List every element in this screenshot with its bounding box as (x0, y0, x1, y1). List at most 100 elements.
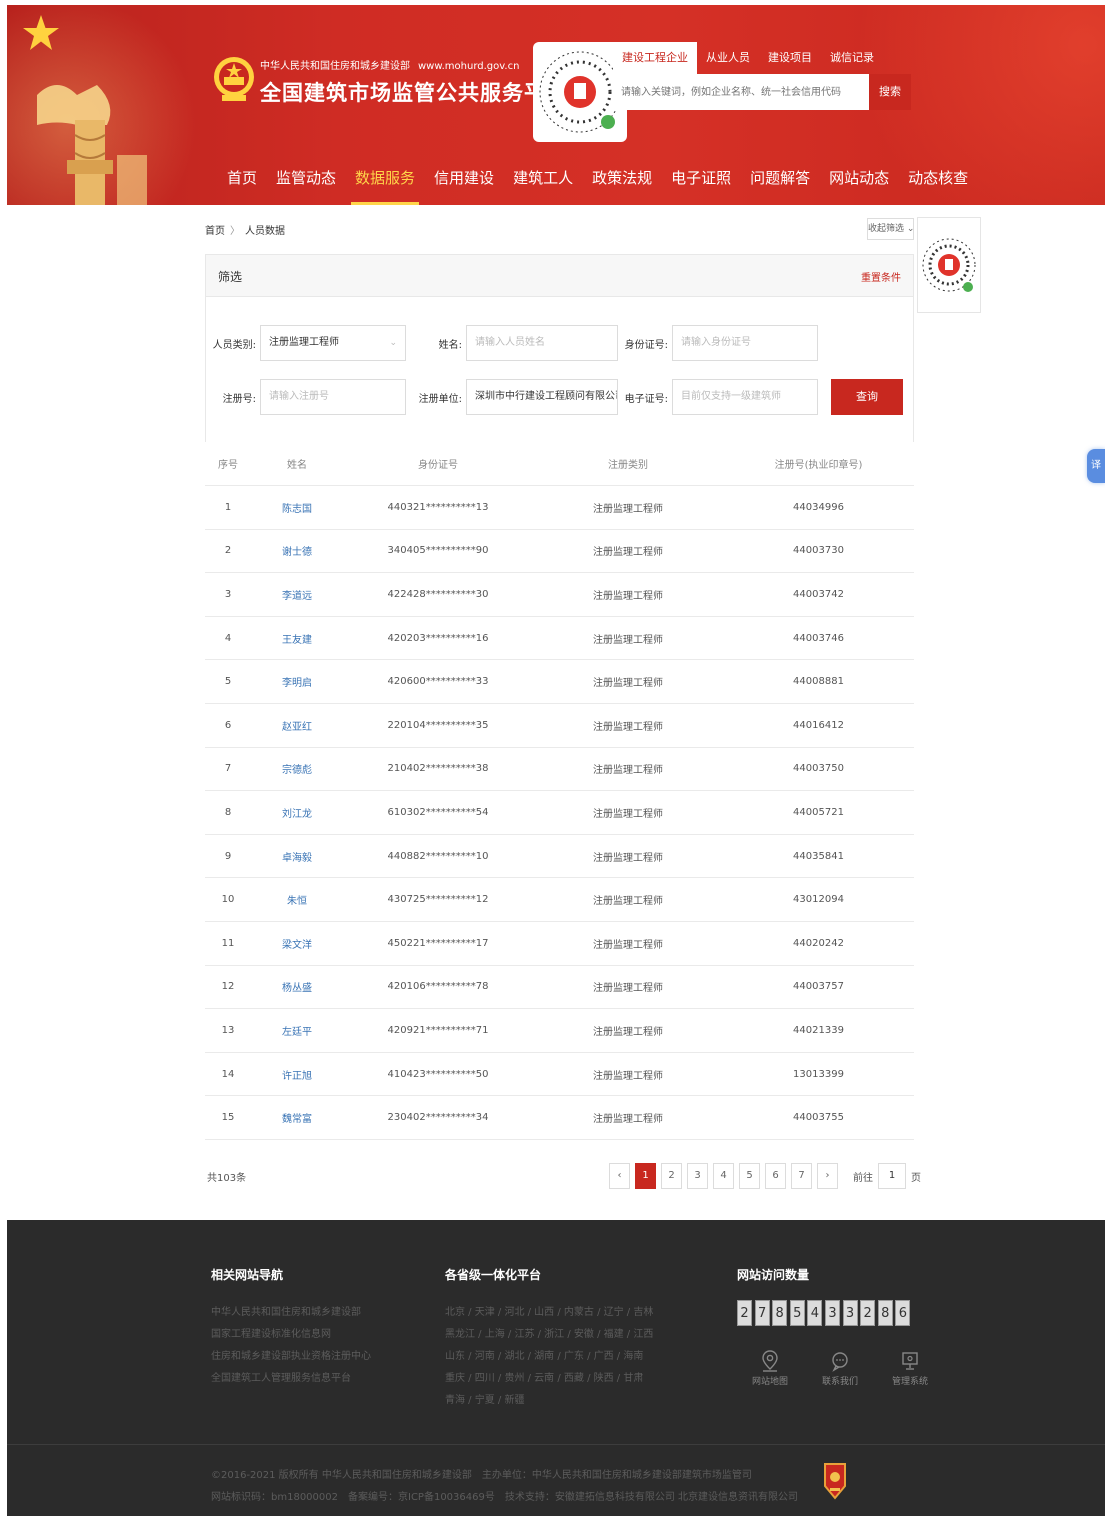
sponsor-text: 主办单位：中华人民共和国住房和城乡建设部建筑市场监管司 (481, 1470, 752, 1481)
footer-link[interactable]: 国家工程建设标准化信息网 (211, 1324, 371, 1346)
page-button-3[interactable]: 3 (687, 1163, 708, 1189)
nav-item-verification[interactable]: 动态核查 (900, 155, 976, 205)
nav-item-workers[interactable]: 建筑工人 (505, 155, 581, 205)
cell-name[interactable]: 赵亚红 (251, 718, 343, 733)
search-tab-personnel[interactable]: 从业人员 (697, 42, 759, 74)
cell-name[interactable]: 杨丛盛 (251, 979, 343, 994)
goto-page-input[interactable]: 1 (878, 1163, 906, 1189)
province-line[interactable]: 山东 / 河南 / 湖北 / 湖南 / 广东 / 广西 / 海南 (445, 1346, 653, 1368)
cell-index: 11 (221, 937, 235, 949)
org-name: 中华人民共和国住房和城乡建设部 (260, 61, 410, 72)
page-button-4[interactable]: 4 (713, 1163, 734, 1189)
monitor-icon (902, 1352, 918, 1370)
nav-item-e-license[interactable]: 电子证照 (663, 155, 739, 205)
cell-name[interactable]: 陈志国 (251, 500, 343, 515)
cell-reg-type: 注册监理工程师 (593, 808, 663, 820)
nav-item-credit[interactable]: 信用建设 (426, 155, 502, 205)
page-button-2[interactable]: 2 (661, 1163, 682, 1189)
nav-item-faq[interactable]: 问题解答 (742, 155, 818, 205)
cell-name[interactable]: 李道远 (251, 587, 343, 602)
cell-name[interactable]: 卓海毅 (251, 849, 343, 864)
footer-link[interactable]: 住房和城乡建设部执业资格注册中心 (211, 1346, 371, 1368)
search-tab-credit[interactable]: 诚信记录 (821, 42, 883, 74)
cell-reg-type: 注册监理工程师 (593, 547, 663, 559)
col-header-reg-type: 注册类别 (608, 460, 648, 471)
cell-idcard: 230402**********34 (387, 1112, 489, 1124)
page-button-5[interactable]: 5 (739, 1163, 760, 1189)
cell-name[interactable]: 刘江龙 (251, 805, 343, 820)
search-tab-enterprise[interactable]: 建设工程企业 (613, 42, 697, 74)
reg-no-input[interactable]: 请输入注册号 (260, 379, 406, 415)
name-label: 姓名: (438, 339, 462, 351)
cell-name[interactable]: 许正旭 (251, 1067, 343, 1082)
cell-reg-no: 44003755 (793, 1112, 844, 1124)
page-button-7[interactable]: 7 (791, 1163, 812, 1189)
footer-icon-links: 网站地图 联系我们 管理系统 (735, 1350, 945, 1387)
cell-name[interactable]: 朱恒 (251, 892, 343, 907)
table-row: 7 宗德彪 210402**********38 注册监理工程师 44003750 (205, 748, 914, 792)
cell-index: 6 (224, 719, 232, 731)
cell-idcard: 210402**********38 (387, 763, 489, 775)
reg-unit-row: 注册单位: 深圳市中行建设工程顾问有限公司 (418, 379, 618, 415)
cell-idcard: 450221**********17 (387, 937, 489, 949)
cell-name[interactable]: 王友建 (251, 631, 343, 646)
sitemap-link[interactable]: 网站地图 (735, 1350, 805, 1387)
ecert-input[interactable]: 目前仅支持一级建筑师 (672, 379, 818, 415)
person-type-select[interactable]: 注册监理工程师 ⌄ (260, 325, 406, 361)
page-button-1[interactable]: 1 (635, 1163, 656, 1189)
admin-system-link[interactable]: 管理系统 (875, 1350, 945, 1387)
cell-name[interactable]: 左廷平 (251, 1023, 343, 1038)
nav-item-supervision[interactable]: 监管动态 (268, 155, 344, 205)
table-row: 14 许正旭 410423**********50 注册监理工程师 13013399 (205, 1053, 914, 1097)
page-button-6[interactable]: 6 (765, 1163, 786, 1189)
cell-idcard: 420921**********71 (387, 1024, 489, 1036)
party-badge-icon (824, 1463, 846, 1500)
province-line[interactable]: 重庆 / 四川 / 贵州 / 云南 / 西藏 / 陕西 / 甘肃 (445, 1368, 653, 1390)
collapse-filter-label: 收起筛选 (868, 224, 905, 234)
contact-link[interactable]: 联系我们 (805, 1350, 875, 1387)
search-button[interactable]: 搜索 (869, 74, 911, 110)
icp-text[interactable]: 备案编号：京ICP备10036469号 (348, 1492, 495, 1503)
province-line[interactable]: 黑龙江 / 上海 / 江苏 / 浙江 / 安徽 / 福建 / 江西 (445, 1324, 653, 1346)
cell-idcard: 440321**********13 (387, 501, 489, 513)
nav-item-news[interactable]: 网站动态 (821, 155, 897, 205)
footer-link[interactable]: 中华人民共和国住房和城乡建设部 (211, 1302, 371, 1324)
search-tab-project[interactable]: 建设项目 (759, 42, 821, 74)
cell-name[interactable]: 梁文洋 (251, 936, 343, 951)
reg-unit-input[interactable]: 深圳市中行建设工程顾问有限公司 (466, 379, 618, 415)
cell-idcard: 430725**********12 (387, 894, 489, 906)
province-line[interactable]: 青海 / 宁夏 / 新疆 (445, 1390, 653, 1412)
counter-digit: 2 (737, 1300, 752, 1326)
cell-reg-no: 44020242 (793, 937, 844, 949)
province-line[interactable]: 北京 / 天津 / 河北 / 山西 / 内蒙古 / 辽宁 / 吉林 (445, 1302, 653, 1324)
cell-name[interactable]: 宗德彪 (251, 761, 343, 776)
next-page-button[interactable]: › (817, 1163, 838, 1189)
cell-reg-type: 注册监理工程师 (593, 765, 663, 777)
reset-filter-link[interactable]: 重置条件 (861, 269, 901, 284)
footer-divider (7, 1444, 1105, 1445)
nav-item-data-service[interactable]: 数据服务 (347, 155, 423, 205)
nav-item-policy[interactable]: 政策法规 (584, 155, 660, 205)
cell-name[interactable]: 谢士德 (251, 543, 343, 558)
idcard-input[interactable]: 请输入身份证号 (672, 325, 818, 361)
chevron-down-icon: ⌄ (904, 224, 915, 234)
cell-name[interactable]: 李明启 (251, 674, 343, 689)
name-input[interactable]: 请输入人员姓名 (466, 325, 618, 361)
query-button[interactable]: 查询 (831, 379, 903, 415)
footer-link[interactable]: 全国建筑工人管理服务信息平台 (211, 1368, 371, 1390)
prev-page-button[interactable]: ‹ (609, 1163, 630, 1189)
filter-header: 筛选 重置条件 (206, 255, 913, 297)
site-url[interactable]: www.mohurd.gov.cn (418, 61, 519, 72)
translate-float-tab[interactable]: 译 (1087, 449, 1105, 483)
cell-name[interactable]: 魏常富 (251, 1110, 343, 1125)
nav-item-home[interactable]: 首页 (219, 155, 265, 205)
copyright-text: ©2016-2021 版权所有 中华人民共和国住房和城乡建设部 (211, 1470, 472, 1481)
footer-nav-links: 中华人民共和国住房和城乡建设部 国家工程建设标准化信息网 住房和城乡建设部执业资… (211, 1302, 371, 1390)
cell-index: 12 (221, 981, 235, 993)
cell-index: 14 (221, 1068, 235, 1080)
collapse-filter-button[interactable]: 收起筛选 ⌄ (867, 218, 914, 240)
search-input[interactable] (613, 74, 869, 110)
cell-reg-no: 44003730 (793, 545, 844, 557)
breadcrumb-home[interactable]: 首页 (205, 226, 225, 237)
contact-label: 联系我们 (821, 1377, 858, 1387)
